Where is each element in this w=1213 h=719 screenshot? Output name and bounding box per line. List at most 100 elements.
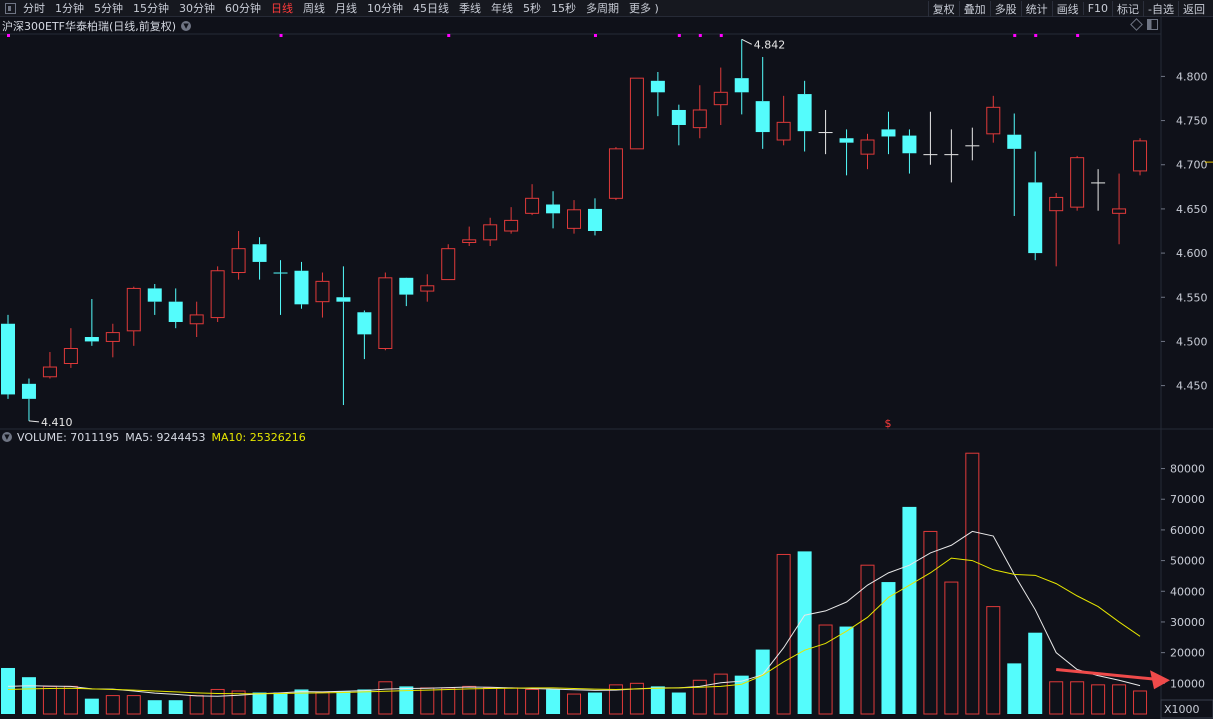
- price-tick-label-0: 4.800: [1176, 70, 1208, 83]
- price-tick-label-5: 4.550: [1176, 291, 1208, 304]
- candle-body-30: [629, 77, 644, 150]
- volume-bar-23: [483, 687, 498, 715]
- volume-bar-11: [231, 690, 246, 715]
- candle-body-19: [399, 277, 414, 295]
- event-marker-2: [447, 34, 451, 37]
- candle-body-15: [315, 280, 330, 303]
- event-marker-6: [719, 34, 723, 37]
- volume-tick-label-1: 70000: [1170, 493, 1205, 506]
- candle-body-32: [671, 109, 686, 125]
- candle-body-11: [231, 248, 246, 274]
- volume-bar-8: [168, 700, 183, 714]
- candle-body-46: [965, 145, 980, 147]
- candle-body-17: [357, 312, 372, 335]
- candle-body-35: [734, 78, 749, 93]
- candle-body-54: [1133, 140, 1148, 172]
- candle-body-51: [1070, 157, 1085, 208]
- candle-body-47: [986, 106, 1001, 135]
- volume-bar-22: [462, 685, 477, 715]
- volume-tick-label-2: 60000: [1170, 524, 1205, 537]
- candle-body-16: [336, 297, 351, 302]
- candle-body-28: [587, 208, 602, 231]
- candle-body-7: [147, 288, 162, 302]
- candle-body-21: [441, 248, 456, 281]
- volume-bar-44: [923, 530, 938, 715]
- candle-body-48: [1007, 134, 1022, 149]
- volume-bar-48: [1007, 663, 1022, 714]
- candle-body-44: [923, 154, 938, 156]
- volume-bar-1: [21, 677, 36, 714]
- candle-body-9: [189, 314, 204, 325]
- volume-bar-9: [189, 695, 204, 715]
- special-marker: $: [884, 417, 891, 430]
- candle-body-20: [420, 285, 435, 292]
- volume-bar-3: [63, 685, 78, 715]
- volume-unit-label: X1000: [1164, 703, 1200, 716]
- volume-bar-41: [860, 564, 875, 715]
- price-tick-label-3: 4.650: [1176, 203, 1208, 216]
- candle-body-33: [692, 109, 707, 129]
- candle-body-37: [776, 121, 791, 141]
- candle-body-22: [462, 239, 477, 243]
- volume-bar-46: [965, 452, 980, 715]
- volume-bar-32: [671, 692, 686, 714]
- volume-bar-34: [713, 673, 728, 715]
- candle-body-24: [504, 219, 519, 232]
- volume-bar-37: [776, 553, 791, 715]
- candle-body-31: [650, 80, 665, 93]
- volume-bar-38: [797, 551, 812, 714]
- candle-body-23: [483, 224, 498, 241]
- volume-bar-52: [1091, 684, 1106, 715]
- event-marker-7: [1013, 34, 1017, 37]
- candle-body-2: [42, 366, 57, 378]
- candle-body-29: [608, 148, 623, 199]
- candle-body-45: [944, 154, 959, 156]
- volume-bar-20: [420, 687, 435, 715]
- event-marker-9: [1076, 34, 1080, 37]
- high-pointer: [741, 38, 752, 45]
- volume-bar-53: [1112, 684, 1127, 715]
- candle-body-53: [1112, 208, 1127, 214]
- volume-tick-label-5: 30000: [1170, 616, 1205, 629]
- candle-body-40: [839, 138, 854, 143]
- volume-bar-26: [546, 689, 561, 714]
- candle-body-36: [755, 101, 770, 133]
- candle-body-8: [168, 301, 183, 322]
- volume-bar-49: [1028, 632, 1043, 714]
- candle-body-14: [294, 270, 309, 305]
- volume-bar-15: [315, 692, 330, 715]
- volume-bar-24: [504, 687, 519, 715]
- candle-body-39: [818, 132, 833, 134]
- trend-arrow-head: [1150, 670, 1171, 690]
- low-label: 4.410: [41, 416, 73, 429]
- volume-bar-18: [378, 681, 393, 715]
- volume-bar-2: [42, 685, 57, 715]
- volume-bar-17: [357, 689, 372, 714]
- volume-bar-25: [525, 688, 540, 715]
- candle-body-50: [1049, 196, 1064, 212]
- volume-bar-4: [84, 698, 99, 714]
- event-marker-4: [677, 34, 681, 37]
- low-pointer: [28, 420, 40, 423]
- volume-bar-43: [902, 506, 917, 714]
- event-marker-3: [593, 34, 597, 37]
- volume-bar-21: [441, 687, 456, 715]
- candle-body-12: [252, 244, 267, 262]
- price-tick-label-4: 4.600: [1176, 247, 1208, 260]
- candle-body-10: [210, 270, 225, 319]
- chart-svg: 4.800 4.750 4.700 4.650 4.600 4.550 4.500 4.450…: [0, 17, 1213, 719]
- candle-body-0: [1, 323, 15, 395]
- volume-bar-12: [252, 692, 267, 714]
- volume-tick-label-4: 40000: [1170, 585, 1205, 598]
- volume-bar-28: [587, 692, 602, 714]
- candle-body-43: [902, 135, 917, 154]
- volume-bar-27: [567, 693, 582, 715]
- volume-tick-label-0: 80000: [1170, 463, 1205, 476]
- ma10-line: [7, 557, 1141, 695]
- volume-bar-54: [1133, 690, 1148, 715]
- candle-body-52: [1091, 182, 1106, 184]
- candle-body-3: [63, 347, 78, 365]
- price-tick-label-7: 4.450: [1176, 380, 1208, 393]
- candle-body-13: [273, 272, 288, 274]
- volume-bar-6: [126, 695, 141, 715]
